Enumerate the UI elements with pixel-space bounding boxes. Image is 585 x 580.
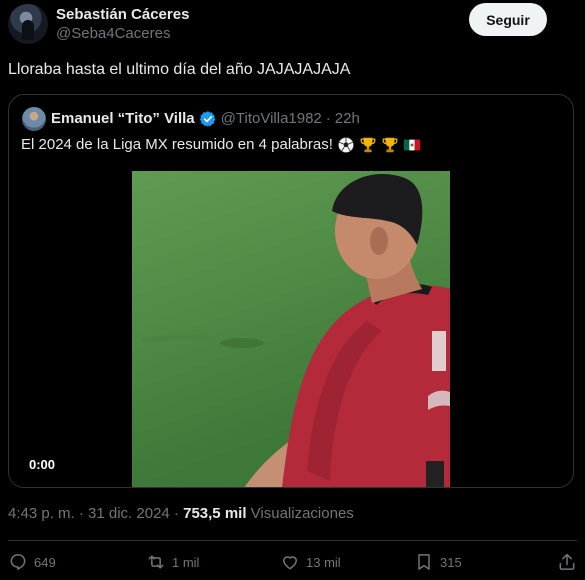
trophy-icon xyxy=(382,137,398,153)
verified-badge-icon xyxy=(199,111,216,127)
bookmark-button[interactable]: 315 xyxy=(414,552,462,572)
like-count: 13 mil xyxy=(306,554,341,570)
heart-icon xyxy=(282,556,298,570)
author-handle[interactable]: @Seba4Caceres xyxy=(56,24,189,44)
quoted-avatar[interactable] xyxy=(22,107,46,131)
trophy-icon xyxy=(360,137,376,153)
tweet-header: Sebastián Cáceres @Seba4Caceres Seguir xyxy=(8,2,547,46)
share-button[interactable] xyxy=(557,552,577,572)
mexico-flag-icon xyxy=(403,139,420,151)
action-bar: 649 1 mil 13 mil 315 xyxy=(8,552,577,576)
tweet-timestamp[interactable]: 4:43 p. m. · 31 dic. 2024 · xyxy=(8,505,179,522)
tweet-meta: 4:43 p. m. · 31 dic. 2024 · 753,5 mil Vi… xyxy=(8,504,354,524)
repost-icon xyxy=(148,555,164,569)
video-timecode: 0:00 xyxy=(29,457,56,472)
divider xyxy=(8,540,577,541)
follow-button[interactable]: Seguir xyxy=(469,3,547,36)
author-display-name[interactable]: Sebastián Cáceres xyxy=(56,6,189,24)
video-thumbnail xyxy=(132,171,450,487)
quoted-text-content: El 2024 de la Liga MX resumido en 4 pala… xyxy=(21,136,333,153)
soccer-ball-icon xyxy=(337,136,354,154)
referee-illustration xyxy=(141,174,450,487)
quoted-header: Emanuel “Tito” Villa @TitoVilla1982 · 22… xyxy=(51,109,360,129)
author-names: Sebastián Cáceres @Seba4Caceres xyxy=(56,6,189,44)
quoted-tweet[interactable]: Emanuel “Tito” Villa @TitoVilla1982 · 22… xyxy=(8,94,574,488)
reply-button[interactable]: 649 xyxy=(8,552,56,572)
repost-count: 1 mil xyxy=(172,554,200,570)
reply-count: 649 xyxy=(34,554,56,570)
quoted-handle[interactable]: @TitoVilla1982 xyxy=(221,109,322,129)
bookmark-count: 315 xyxy=(440,554,462,570)
views-label: Visualizaciones xyxy=(250,505,354,522)
quoted-display-name[interactable]: Emanuel “Tito” Villa xyxy=(51,109,195,129)
repost-button[interactable]: 1 mil xyxy=(146,552,199,572)
separator-dot: · xyxy=(325,110,331,127)
tweet-text: Lloraba hasta el ultimo día del año JAJA… xyxy=(8,61,351,78)
quoted-text: El 2024 de la Liga MX resumido en 4 pala… xyxy=(21,135,421,155)
quoted-timestamp[interactable]: 22h xyxy=(335,109,360,129)
views-count: 753,5 mil xyxy=(183,505,247,522)
video-player[interactable]: 0:00 xyxy=(9,171,573,487)
avatar[interactable] xyxy=(8,4,48,44)
reply-icon xyxy=(10,554,26,571)
share-icon xyxy=(559,553,575,570)
like-button[interactable]: 13 mil xyxy=(280,552,341,572)
bookmark-icon xyxy=(418,554,430,570)
